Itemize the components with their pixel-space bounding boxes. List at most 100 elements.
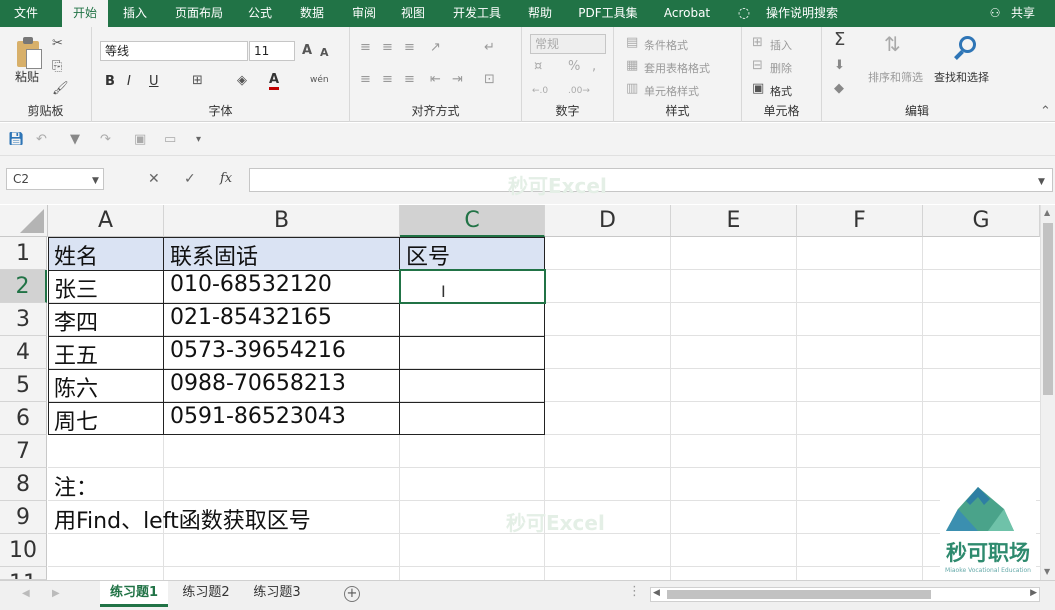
name-box[interactable]: C2 bbox=[6, 168, 104, 190]
percent-button[interactable]: % bbox=[568, 60, 580, 74]
tab-review[interactable]: 审阅 bbox=[344, 0, 384, 27]
row-header-8[interactable]: 8 bbox=[0, 468, 47, 501]
row-header-9[interactable]: 9 bbox=[0, 501, 47, 534]
tab-help[interactable]: 帮助 bbox=[520, 0, 560, 27]
align-top-icon[interactable]: ≡ bbox=[360, 41, 371, 55]
tell-me-search[interactable]: 操作说明搜索 bbox=[762, 0, 842, 27]
add-sheet-icon[interactable]: + bbox=[344, 586, 360, 602]
tab-page-layout[interactable]: 页面布局 bbox=[168, 0, 230, 27]
format-cells-button[interactable]: 格式 bbox=[770, 83, 792, 99]
italic-button[interactable]: I bbox=[127, 75, 131, 89]
copy-icon[interactable]: ⎘ bbox=[52, 60, 62, 74]
tab-developer[interactable]: 开发工具 bbox=[446, 0, 508, 27]
cell-name[interactable]: 李四 bbox=[48, 305, 98, 337]
tab-view[interactable]: 视图 bbox=[393, 0, 433, 27]
cell-styles-button[interactable]: 单元格样式 bbox=[644, 83, 699, 99]
find-select-button[interactable]: 查找和选择 bbox=[934, 69, 989, 85]
next-sheet-icon[interactable]: ▶ bbox=[52, 587, 60, 601]
wrap-text-icon[interactable]: ↵ bbox=[484, 41, 495, 55]
delete-cells-button[interactable]: 删除 bbox=[770, 60, 792, 76]
font-color-icon[interactable]: A bbox=[269, 73, 280, 90]
insert-cells-button[interactable]: 插入 bbox=[770, 37, 792, 53]
format-as-table-button[interactable]: 套用表格格式 bbox=[644, 60, 710, 76]
tab-formulas[interactable]: 公式 bbox=[240, 0, 280, 27]
vertical-scrollbar[interactable]: ▲ ▼ bbox=[1040, 205, 1055, 580]
fill-icon[interactable]: ⬇ bbox=[834, 59, 845, 73]
header-cell-phone[interactable]: 联系固话 bbox=[164, 239, 258, 271]
align-center-icon[interactable]: ≡ bbox=[382, 73, 393, 87]
column-header-d[interactable]: D bbox=[545, 205, 671, 237]
tab-pdf-tools[interactable]: PDF工具集 bbox=[574, 0, 642, 27]
vertical-scroll-thumb[interactable] bbox=[1043, 223, 1053, 395]
row-header-6[interactable]: 6 bbox=[0, 402, 47, 435]
scroll-down-icon[interactable]: ▼ bbox=[1044, 567, 1050, 576]
split-handle-icon[interactable]: ⋮ bbox=[628, 585, 641, 599]
row-header-2[interactable]: 2 bbox=[0, 270, 47, 303]
header-cell-name[interactable]: 姓名 bbox=[48, 239, 98, 271]
tab-data[interactable]: 数据 bbox=[292, 0, 332, 27]
row-header-4[interactable]: 4 bbox=[0, 336, 47, 369]
bold-button[interactable]: B bbox=[105, 75, 115, 89]
sheet-tab-1[interactable]: 练习题1 bbox=[100, 581, 168, 607]
font-size-dropdown[interactable]: 11 bbox=[249, 41, 295, 61]
clear-icon[interactable]: ◆ bbox=[834, 82, 844, 96]
tab-file[interactable]: 文件 bbox=[4, 0, 48, 27]
align-middle-icon[interactable]: ≡ bbox=[382, 41, 393, 55]
cell-name[interactable]: 陈六 bbox=[48, 371, 98, 403]
scroll-right-icon[interactable]: ▶ bbox=[1030, 588, 1037, 598]
align-right-icon[interactable]: ≡ bbox=[404, 73, 415, 87]
conditional-format-button[interactable]: 条件格式 bbox=[644, 37, 688, 53]
autosum-icon[interactable]: Σ bbox=[834, 31, 845, 49]
grow-font-icon[interactable]: A bbox=[302, 44, 312, 58]
increase-indent-icon[interactable]: ⇥ bbox=[452, 73, 463, 87]
redo-icon[interactable]: ↷ bbox=[100, 133, 111, 147]
sort-filter-button[interactable]: 排序和筛选 bbox=[868, 69, 923, 85]
select-all-button[interactable] bbox=[0, 205, 48, 237]
shrink-font-icon[interactable]: A bbox=[320, 46, 329, 60]
currency-icon[interactable]: ¤ bbox=[534, 60, 542, 74]
paste-icon[interactable] bbox=[14, 37, 42, 69]
column-header-a[interactable]: A bbox=[48, 205, 164, 237]
cell-phone[interactable]: 0573-39654216 bbox=[164, 338, 346, 363]
fill-color-icon[interactable]: ◈ bbox=[237, 74, 247, 88]
screenshot-icon[interactable]: ▣ bbox=[134, 133, 146, 147]
share-button[interactable]: 共享 bbox=[1006, 0, 1040, 27]
font-name-dropdown[interactable]: 等线 bbox=[100, 41, 248, 61]
enter-icon[interactable]: ✓ bbox=[184, 172, 196, 186]
cell-name[interactable]: 张三 bbox=[48, 272, 98, 304]
customize-qat-icon[interactable]: ▾ bbox=[196, 133, 201, 147]
tab-acrobat[interactable]: Acrobat bbox=[658, 0, 716, 27]
row-header-1[interactable]: 1 bbox=[0, 237, 47, 270]
name-box-dropdown-icon[interactable]: ▼ bbox=[92, 174, 99, 188]
insert-function-button[interactable]: fx bbox=[220, 172, 232, 186]
cell-name[interactable]: 王五 bbox=[48, 338, 98, 370]
comma-style-button[interactable]: , bbox=[592, 60, 596, 74]
prev-sheet-icon[interactable]: ◀ bbox=[22, 587, 30, 601]
row-header-10[interactable]: 10 bbox=[0, 534, 47, 567]
column-header-e[interactable]: E bbox=[671, 205, 797, 237]
paste-label[interactable]: 粘贴 bbox=[15, 68, 39, 85]
sheet-tab-2[interactable]: 练习题2 bbox=[172, 581, 240, 607]
format-painter-icon[interactable]: 🖌 bbox=[52, 82, 69, 96]
align-left-icon[interactable]: ≡ bbox=[360, 73, 371, 87]
cut-icon[interactable]: ✂ bbox=[52, 37, 63, 51]
row-header-3[interactable]: 3 bbox=[0, 303, 47, 336]
column-header-f[interactable]: F bbox=[797, 205, 923, 237]
cell-phone[interactable]: 0591-86523043 bbox=[164, 404, 346, 429]
increase-decimal-button[interactable]: ←.0 bbox=[532, 84, 548, 98]
filter-icon[interactable]: ▼ bbox=[70, 133, 80, 147]
decrease-decimal-button[interactable]: .00→ bbox=[568, 84, 590, 98]
note-label-cell[interactable]: 注： bbox=[48, 470, 98, 502]
formula-input[interactable] bbox=[249, 168, 1053, 192]
save-icon[interactable]: 💾︎ bbox=[8, 133, 25, 147]
tab-insert[interactable]: 插入 bbox=[115, 0, 155, 27]
tab-home[interactable]: 开始 bbox=[62, 0, 108, 27]
selected-cell-c2[interactable] bbox=[399, 269, 546, 304]
folder-icon[interactable]: ▭ bbox=[164, 133, 176, 147]
cell-name[interactable]: 周七 bbox=[48, 404, 98, 436]
scroll-left-icon[interactable]: ◀ bbox=[653, 588, 660, 598]
header-cell-area-code[interactable]: 区号 bbox=[400, 239, 450, 271]
expand-formula-icon[interactable]: ▼ bbox=[1038, 175, 1045, 189]
row-header-5[interactable]: 5 bbox=[0, 369, 47, 402]
horizontal-scrollbar[interactable]: ◀ ▶ bbox=[650, 587, 1040, 602]
